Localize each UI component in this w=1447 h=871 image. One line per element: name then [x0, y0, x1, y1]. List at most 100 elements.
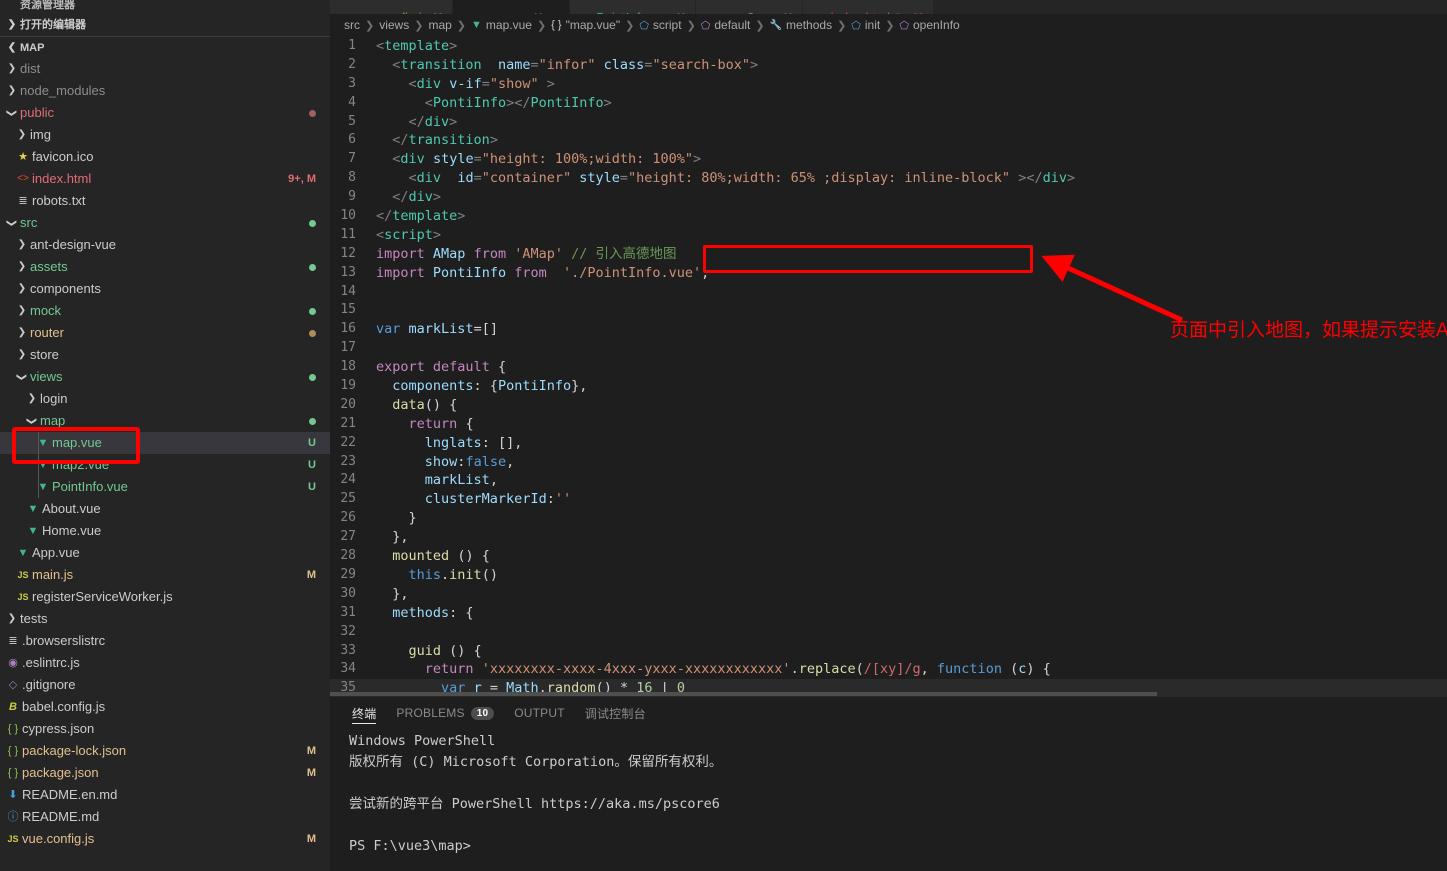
tree-item-assets[interactable]: ❯ assets: [0, 256, 330, 278]
editor-tab-vue-config-js[interactable]: JSvue.config.jsM: [330, 0, 454, 14]
tree-item-pointinfo-vue[interactable]: ▼ PointInfo.vue U: [0, 476, 330, 498]
breadcrumb-item-map-vue[interactable]: ▼ map.vue: [471, 18, 532, 32]
chevron-down-icon[interactable]: ❮: [4, 215, 20, 231]
chevron-right-icon[interactable]: ❯: [4, 83, 20, 99]
code-text[interactable]: <div v-if="show" >: [376, 75, 1447, 94]
code-text[interactable]: methods: {: [376, 604, 1447, 623]
code-text[interactable]: </template>: [376, 207, 1447, 226]
breadcrumb-item-map[interactable]: map: [428, 18, 451, 32]
code-text[interactable]: var markList=[]: [376, 320, 1447, 339]
breadcrumb-item-views[interactable]: views: [379, 18, 409, 32]
code-text[interactable]: <div style="height: 100%;width: 100%">: [376, 150, 1447, 169]
editor-tab-map2-vue[interactable]: ▼map2.vueU: [695, 0, 803, 14]
chevron-right-icon[interactable]: ❯: [14, 303, 30, 319]
tree-item--eslintrc-js[interactable]: ◉ .eslintrc.js: [0, 652, 330, 674]
code-text[interactable]: </transition>: [376, 131, 1447, 150]
breadcrumb-item-init[interactable]: ⬠ init: [851, 18, 880, 32]
chevron-down-icon[interactable]: ❮: [4, 105, 20, 121]
tree-item-registerserviceworker-js[interactable]: JS registerServiceWorker.js: [0, 586, 330, 608]
open-editors-section[interactable]: ❯ 打开的编辑器: [0, 14, 330, 36]
tree-item-readme-md[interactable]: ⓘ README.md: [0, 806, 330, 828]
tree-item-tests[interactable]: ❯ tests: [0, 608, 330, 630]
tree-item-map[interactable]: ❮ map: [0, 410, 330, 432]
code-text[interactable]: <template>: [376, 37, 1447, 56]
code-text[interactable]: <transition name="infor" class="search-b…: [376, 56, 1447, 75]
tree-item--gitignore[interactable]: ◇ .gitignore: [0, 674, 330, 696]
panel-tab-debug-console[interactable]: 调试控制台: [585, 697, 646, 729]
code-text[interactable]: lnglats: [],: [376, 434, 1447, 453]
tree-item-login[interactable]: ❯ login: [0, 388, 330, 410]
code-text[interactable]: </div>: [376, 188, 1447, 207]
tree-item-src[interactable]: ❮ src: [0, 212, 330, 234]
code-text[interactable]: </div>: [376, 113, 1447, 132]
code-text[interactable]: [376, 283, 1447, 302]
chevron-right-icon[interactable]: ❯: [14, 281, 30, 297]
code-text[interactable]: markList,: [376, 471, 1447, 490]
chevron-right-icon[interactable]: ❯: [14, 127, 30, 143]
tree-item-router[interactable]: ❯ router: [0, 322, 330, 344]
chevron-right-icon[interactable]: ❯: [4, 611, 20, 627]
code-text[interactable]: clusterMarkerId:'': [376, 490, 1447, 509]
tree-item-mock[interactable]: ❯ mock: [0, 300, 330, 322]
code-text[interactable]: [376, 339, 1447, 358]
horizontal-scrollbar[interactable]: [330, 692, 1447, 696]
breadcrumb-item-openinfo[interactable]: ⬠ openInfo: [899, 18, 959, 32]
code-text[interactable]: <script>: [376, 226, 1447, 245]
breadcrumb-item-script[interactable]: ⬠ script: [639, 18, 681, 32]
tree-item-favicon-ico[interactable]: ★ favicon.ico: [0, 146, 330, 168]
tree-item-robots-txt[interactable]: ≣ robots.txt: [0, 190, 330, 212]
project-root-section[interactable]: ❮ MAP: [0, 36, 330, 58]
code-text[interactable]: components: {PontiInfo},: [376, 377, 1447, 396]
code-text[interactable]: },: [376, 585, 1447, 604]
code-text[interactable]: return {: [376, 415, 1447, 434]
tree-item-index-html[interactable]: <> index.html 9+, M: [0, 168, 330, 190]
panel-tab-terminal[interactable]: 终端: [352, 697, 377, 729]
tree-item-app-vue[interactable]: ▼ App.vue: [0, 542, 330, 564]
tree-item-main-js[interactable]: JS main.js M: [0, 564, 330, 586]
code-text[interactable]: return 'xxxxxxxx-xxxx-4xxx-yxxx-xxxxxxxx…: [376, 660, 1447, 679]
chevron-right-icon[interactable]: ❯: [4, 61, 20, 77]
tree-item-components[interactable]: ❯ components: [0, 278, 330, 300]
code-text[interactable]: guid () {: [376, 642, 1447, 661]
code-text[interactable]: }: [376, 509, 1447, 528]
chevron-down-icon[interactable]: ❮: [14, 369, 30, 385]
tree-item-dist[interactable]: ❯ dist: [0, 58, 330, 80]
breadcrumb-item--map-vue-[interactable]: { } "map.vue": [551, 18, 620, 32]
code-text[interactable]: export default {: [376, 358, 1447, 377]
chevron-down-icon[interactable]: ❮: [24, 413, 40, 429]
editor-tab-map-vue[interactable]: ▼map.vueU✕: [453, 0, 571, 14]
tree-item-readme-en-md[interactable]: ⬇ README.en.md: [0, 784, 330, 806]
editor-tab-pointinfo-vue[interactable]: ▼PointInfo.vueU: [570, 0, 696, 14]
code-text[interactable]: this.init(): [376, 566, 1447, 585]
tree-item-node-modules[interactable]: ❯ node_modules: [0, 80, 330, 102]
code-text[interactable]: <PontiInfo></PontiInfo>: [376, 94, 1447, 113]
tree-item-package-json[interactable]: { } package.json M: [0, 762, 330, 784]
code-text[interactable]: },: [376, 528, 1447, 547]
code-text[interactable]: mounted () {: [376, 547, 1447, 566]
chevron-right-icon[interactable]: ❯: [14, 325, 30, 341]
tree-item-map-vue[interactable]: ▼ map.vue U: [0, 432, 330, 454]
tree-item-about-vue[interactable]: ▼ About.vue: [0, 498, 330, 520]
editor-tab-index-html[interactable]: <>index.html9+, M: [802, 0, 934, 14]
tree-item-babel-config-js[interactable]: Bbabel.config.js: [0, 696, 330, 718]
tree-item-img[interactable]: ❯ img: [0, 124, 330, 146]
tree-item-cypress-json[interactable]: { } cypress.json: [0, 718, 330, 740]
code-text[interactable]: <div id="container" style="height: 80%;w…: [376, 169, 1447, 188]
panel-tab-problems[interactable]: PROBLEMS 10: [396, 697, 495, 729]
tree-item-store[interactable]: ❯ store: [0, 344, 330, 366]
tree-item-ant-design-vue[interactable]: ❯ ant-design-vue: [0, 234, 330, 256]
breadcrumb-item-src[interactable]: src: [344, 18, 360, 32]
chevron-right-icon[interactable]: ❯: [14, 237, 30, 253]
tree-item-map2-vue[interactable]: ▼ map2.vue U: [0, 454, 330, 476]
code-text[interactable]: [376, 623, 1447, 642]
terminal-output[interactable]: Windows PowerShell 版权所有 (C) Microsoft Cor…: [330, 729, 1447, 871]
tree-item-vue-config-js[interactable]: JS vue.config.js M: [0, 828, 330, 850]
code-text[interactable]: show:false,: [376, 453, 1447, 472]
panel-tab-output[interactable]: OUTPUT: [514, 697, 565, 729]
chevron-right-icon[interactable]: ❯: [14, 347, 30, 363]
chevron-right-icon[interactable]: ❯: [14, 259, 30, 275]
breadcrumb-item-methods[interactable]: 🔧 methods: [770, 18, 832, 32]
tree-item-views[interactable]: ❮ views: [0, 366, 330, 388]
tree-item-home-vue[interactable]: ▼ Home.vue: [0, 520, 330, 542]
code-text[interactable]: [376, 301, 1447, 320]
